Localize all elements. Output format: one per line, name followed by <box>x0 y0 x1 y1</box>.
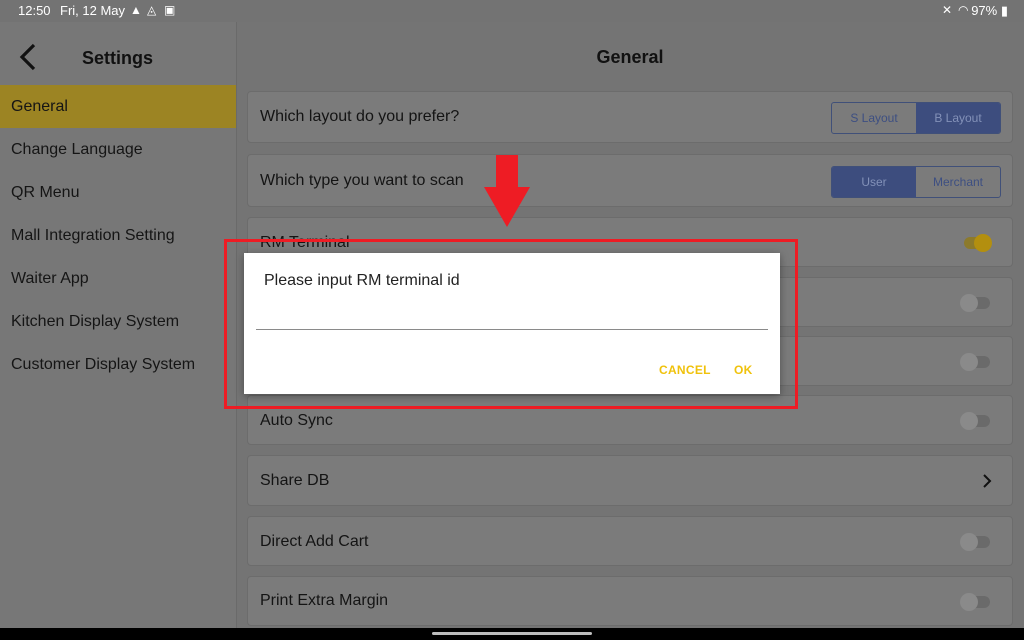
direct-add-cart-row: Direct Add Cart <box>247 516 1013 566</box>
hidden-row-1-toggle[interactable] <box>960 294 990 312</box>
layout-segmented-control: S Layout B Layout <box>831 102 1001 134</box>
wifi-icon: ◠ <box>958 3 969 17</box>
menu-item-general[interactable]: General <box>0 85 236 128</box>
warning-icon: ▲ <box>130 3 142 17</box>
menu-item-qr-menu[interactable]: QR Menu <box>0 171 236 214</box>
navigation-bar <box>0 628 1024 640</box>
merchant-button[interactable]: Merchant <box>916 167 1000 197</box>
share-db-label: Share DB <box>260 472 330 489</box>
menu-item-customer-display[interactable]: Customer Display System <box>0 343 236 386</box>
navigation-icon: ◬ <box>147 3 157 17</box>
print-extra-margin-toggle[interactable] <box>960 593 990 611</box>
mute-icon: ✕ <box>942 3 953 17</box>
scan-type-label: Which type you want to scan <box>260 172 464 189</box>
share-db-row[interactable]: Share DB <box>247 455 1013 506</box>
layout-preference-label: Which layout do you prefer? <box>260 108 460 125</box>
scan-type-segmented-control: User Merchant <box>831 166 1001 198</box>
menu-item-mall-integration[interactable]: Mall Integration Setting <box>0 214 236 257</box>
s-layout-button[interactable]: S Layout <box>832 103 916 133</box>
cancel-button[interactable]: CANCEL <box>659 363 711 377</box>
sidebar-title: Settings <box>82 48 154 68</box>
scan-type-row: Which type you want to scan User Merchan… <box>247 154 1013 207</box>
back-arrow-icon[interactable] <box>16 42 40 72</box>
menu-item-kitchen-display[interactable]: Kitchen Display System <box>0 300 236 343</box>
b-layout-button[interactable]: B Layout <box>916 103 1000 133</box>
status-date: Fri, 12 May <box>60 3 126 18</box>
auto-sync-toggle[interactable] <box>960 412 990 430</box>
layout-preference-row: Which layout do you prefer? S Layout B L… <box>247 91 1013 143</box>
rm-terminal-dialog: Please input RM terminal id CANCEL OK <box>244 253 780 394</box>
settings-menu: General Change Language QR Menu Mall Int… <box>0 85 236 386</box>
annotation-arrow <box>496 155 518 189</box>
status-time: 12:50 <box>18 3 51 18</box>
direct-add-cart-toggle[interactable] <box>960 533 990 551</box>
menu-item-waiter-app[interactable]: Waiter App <box>0 257 236 300</box>
rm-terminal-toggle[interactable] <box>964 234 992 252</box>
menu-item-change-language[interactable]: Change Language <box>0 128 236 171</box>
status-bar: 12:50 Fri, 12 May ▲ ◬ ▣ ✕ ◠ 97% ▮ <box>0 0 1024 22</box>
ok-button[interactable]: OK <box>734 363 753 377</box>
print-extra-margin-label: Print Extra Margin <box>260 592 389 609</box>
auto-sync-label: Auto Sync <box>260 412 333 429</box>
terminal-id-input[interactable] <box>256 309 768 330</box>
chevron-right-icon <box>983 474 992 488</box>
page-title: General <box>596 47 664 67</box>
battery-level: 97% ▮ <box>971 3 1008 18</box>
hidden-row-2-toggle[interactable] <box>960 353 990 371</box>
dialog-title: Please input RM terminal id <box>264 272 460 289</box>
home-indicator[interactable] <box>432 632 592 635</box>
gallery-icon: ▣ <box>164 3 176 17</box>
direct-add-cart-label: Direct Add Cart <box>260 533 369 550</box>
sidebar: Settings General Change Language QR Menu… <box>0 22 237 628</box>
user-button[interactable]: User <box>832 167 916 197</box>
print-extra-margin-row: Print Extra Margin <box>247 576 1013 626</box>
annotation-arrow-head <box>484 187 530 227</box>
